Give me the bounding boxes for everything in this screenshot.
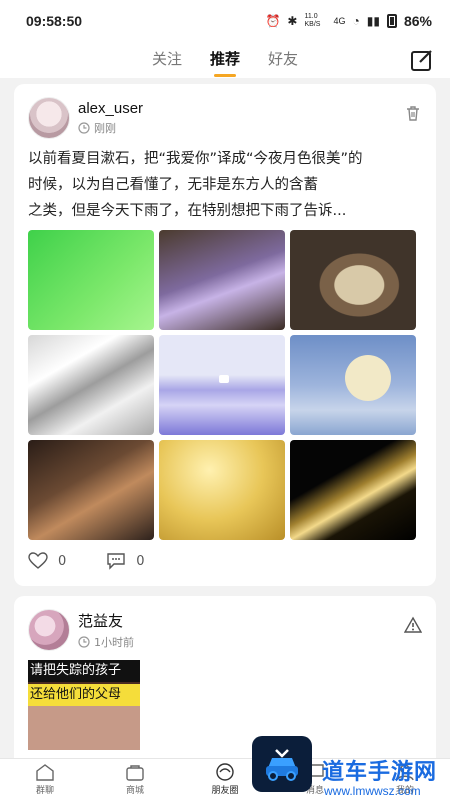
like-button[interactable]: 0 [28, 552, 66, 570]
post-image[interactable] [290, 230, 416, 330]
user-meta: 范益友 1小时前 [78, 610, 134, 650]
tab-follow[interactable]: 关注 [152, 48, 182, 73]
signal-label: 4G [333, 16, 346, 26]
post-actions: 0 0 [28, 552, 422, 570]
bluetooth-icon: ✱ [287, 14, 298, 28]
post-text-line: 以前看夏目漱石，把“我爱你”译成“今夜月色很美”的 [28, 151, 363, 167]
alarm-icon: ⏰ [265, 14, 281, 28]
clock-icon [78, 122, 90, 134]
report-icon[interactable] [404, 616, 422, 634]
post-text-line: 之类，但是今天下雨了，在特别想把下雨了告诉... [28, 203, 347, 219]
nav-label: 群聊 [35, 786, 54, 796]
post-image[interactable] [28, 230, 154, 330]
top-nav: 关注 推荐 好友 [0, 42, 450, 78]
clock-icon [78, 636, 90, 648]
post-time: 刚刚 [78, 120, 143, 136]
nav-item-shop[interactable]: 商城 [90, 759, 180, 800]
home-icon [36, 764, 54, 781]
post-image[interactable] [28, 440, 154, 540]
trash-icon[interactable] [404, 104, 422, 122]
avatar[interactable] [28, 97, 70, 139]
tab-recommend[interactable]: 推荐 [210, 48, 240, 77]
thumbnail-caption: 请把失踪的孩子 [28, 660, 140, 682]
username[interactable]: alex_user [78, 100, 143, 117]
comment-button[interactable]: 0 [106, 552, 145, 570]
post-card[interactable]: 范益友 1小时前 请把失踪的孩子 还给他们的父母 [14, 596, 436, 758]
status-bar: 09:58:50 ⏰ ✱ 11.0 KB/S 4G ◔ ▮▮ 86% [0, 0, 450, 42]
wifi-icon: ◔ [352, 14, 360, 28]
post-image[interactable] [290, 335, 416, 435]
moments-icon [216, 763, 234, 781]
network-speed: 11.0 KB/S [304, 13, 321, 28]
nav-label: 商城 [125, 786, 144, 796]
video-thumbnail[interactable]: 请把失踪的孩子 还给他们的父母 [28, 660, 140, 750]
heart-icon [28, 552, 48, 569]
time-label: 1小时前 [94, 636, 134, 649]
post-image[interactable] [159, 335, 285, 435]
post-image[interactable] [28, 335, 154, 435]
post-header: 范益友 1小时前 [28, 608, 422, 652]
tab-friends[interactable]: 好友 [268, 48, 298, 73]
cell-signal-icon: ▮▮ [366, 14, 380, 28]
username[interactable]: 范益友 [78, 610, 134, 631]
car-icon [266, 749, 298, 781]
image-grid [28, 230, 422, 540]
comment-icon [107, 553, 125, 570]
like-count: 0 [58, 553, 67, 569]
nav-item-group-chat[interactable]: 群聊 [0, 759, 90, 800]
user-meta: alex_user 刚刚 [78, 100, 143, 136]
post-image[interactable] [159, 230, 285, 330]
compose-icon[interactable] [410, 48, 434, 72]
post-image[interactable] [290, 440, 416, 540]
status-time: 09:58:50 [26, 13, 83, 29]
feed[interactable]: alex_user 刚刚 以前看夏目漱石，把“我爱你”译成“今夜月色很美”的 时… [0, 84, 450, 758]
post-time: 1小时前 [78, 634, 134, 650]
watermark-logo [252, 736, 312, 792]
battery-icon [386, 14, 397, 28]
thumbnail-caption: 还给他们的父母 [28, 684, 140, 706]
time-label: 刚刚 [94, 122, 116, 135]
battery-percent: 86% [403, 13, 432, 29]
watermark-text: 道车手游网 [322, 760, 438, 785]
avatar[interactable] [28, 609, 70, 651]
post-text-line: 时候，以为自己看懂了，无非是东方人的含蓄 [28, 177, 318, 193]
nav-label: 朋友圈 [211, 786, 239, 796]
post-image[interactable] [159, 440, 285, 540]
post-card[interactable]: alex_user 刚刚 以前看夏目漱石，把“我爱你”译成“今夜月色很美”的 时… [14, 84, 436, 586]
watermark-url: www.lmwwsz.com [324, 784, 421, 798]
post-text[interactable]: 以前看夏目漱石，把“我爱你”译成“今夜月色很美”的 时候，以为自己看懂了，无非是… [28, 146, 422, 224]
shop-icon [126, 765, 144, 781]
post-header: alex_user 刚刚 [28, 96, 422, 140]
status-icons: ⏰ ✱ 11.0 KB/S 4G ◔ ▮▮ 86% [265, 13, 432, 29]
comment-count: 0 [136, 553, 145, 569]
